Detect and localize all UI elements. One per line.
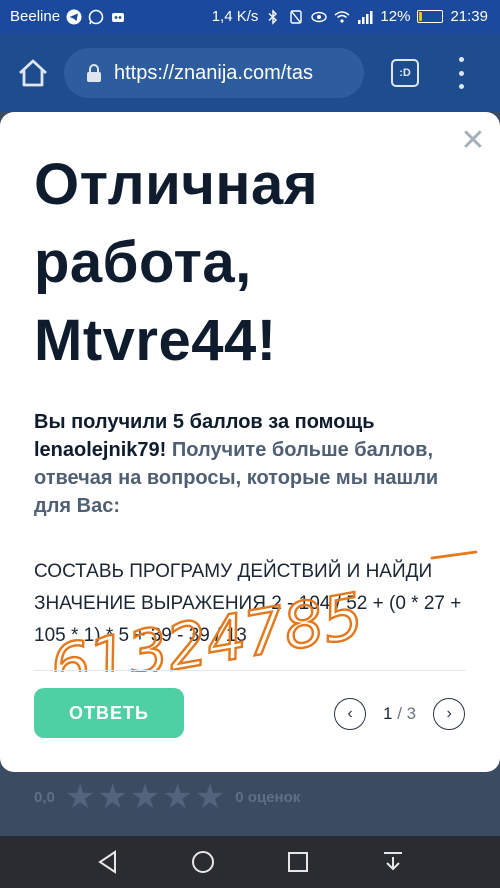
star-icon: ★ <box>129 778 161 816</box>
star-icon: ★ <box>194 778 226 816</box>
telegram-icon <box>66 9 82 24</box>
star-icon: ★ <box>162 778 193 816</box>
rating-value: 0,0 <box>34 788 55 806</box>
next-icon[interactable]: › <box>433 698 466 730</box>
url-text: https://znanija.com/tas <box>114 61 313 84</box>
star-icon: ★ <box>97 778 128 816</box>
system-nav-bar <box>0 836 500 888</box>
signal-icon <box>358 10 373 24</box>
whatsapp-icon <box>88 9 104 24</box>
home-icon[interactable] <box>16 56 50 90</box>
pager-total: / 3 <box>397 704 417 723</box>
notifications-pull-icon[interactable] <box>380 849 406 875</box>
question-text[interactable]: СОСТАВЬ ПРОГРАМУ ДЕЙСТВИЙ И НАЙДИ ЗНАЧЕН… <box>34 556 464 652</box>
question-pager: ‹ 1 / 3 › <box>334 698 466 730</box>
menu-icon[interactable] <box>452 57 470 89</box>
tab-count-label: :D <box>399 67 411 79</box>
eye-icon <box>311 11 328 22</box>
clock: 21:39 <box>450 8 488 25</box>
recents-icon[interactable] <box>285 849 311 875</box>
lock-icon <box>87 64 101 82</box>
url-bar[interactable]: https://znanija.com/tas <box>64 48 364 98</box>
carrier-label: Beeline <box>10 8 61 25</box>
success-modal: ✕ Отличная работа, Mtvre44! Вы получили … <box>0 112 500 772</box>
rating-row: 0,0 ★ ★ ★ ★ ★ 0 оценок <box>34 780 300 814</box>
home-circle-icon[interactable] <box>190 849 216 875</box>
pager-label: 1 / 3 <box>383 704 416 724</box>
battery-percent: 12% <box>380 8 411 25</box>
answer-button[interactable]: ОТВЕТЬ <box>34 688 184 738</box>
wifi-icon <box>334 10 350 23</box>
rating-stars: ★ ★ ★ ★ ★ <box>65 780 225 814</box>
star-icon: ★ <box>64 778 96 816</box>
pager-current: 1 <box>383 704 393 723</box>
modal-title: Отличная работа, Mtvre44! <box>34 152 319 373</box>
browser-toolbar: https://znanija.com/tas :D <box>0 34 500 112</box>
tab-switcher-icon[interactable]: :D <box>391 59 419 87</box>
divider <box>34 670 466 671</box>
bluetooth-icon <box>268 8 278 25</box>
back-icon[interactable] <box>95 849 121 875</box>
battery-icon <box>417 10 444 23</box>
close-icon[interactable]: ✕ <box>458 126 488 156</box>
vpn-icon <box>112 12 125 22</box>
prev-icon[interactable]: ‹ <box>334 698 366 730</box>
rating-count: 0 оценок <box>235 788 301 806</box>
network-speed: 1,4 K/s <box>211 8 259 25</box>
modal-message: Вы получили 5 баллов за помощь lenaolejn… <box>34 408 474 520</box>
status-bar: Beeline 1,4 K/s 12% 21:39 <box>0 0 500 34</box>
silent-icon <box>290 9 303 24</box>
